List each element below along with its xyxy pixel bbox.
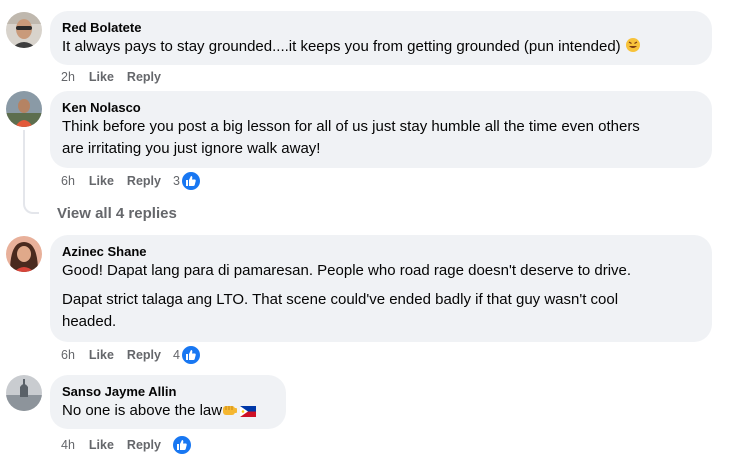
view-replies-link[interactable]: View all 4 replies — [57, 205, 177, 222]
avatar-sanso-jayme-allin[interactable] — [6, 375, 42, 411]
like-button[interactable]: Like — [89, 174, 114, 188]
like-thumb-icon[interactable] — [170, 434, 193, 456]
reaction-count[interactable]: 4 — [173, 348, 180, 362]
comment-text-line-2: are irritating you just ignore walk away… — [62, 140, 321, 157]
reply-button[interactable]: Reply — [127, 348, 161, 362]
comment-author[interactable]: Sanso Jayme Allin — [62, 383, 274, 400]
like-button[interactable]: Like — [89, 438, 114, 452]
thread-line — [23, 130, 25, 202]
reply-button[interactable]: Reply — [127, 70, 161, 84]
like-button[interactable]: Like — [89, 348, 114, 362]
comment-text-line-3: headed. — [62, 313, 117, 330]
oncoming-fist-emoji-icon — [222, 402, 238, 424]
rolling-laughing-emoji-icon — [625, 37, 641, 60]
comment-text-line-2: Dapat strict talaga ang LTO. That scene … — [62, 291, 619, 308]
comment-bubble: Red Bolatete It always pays to stay grou… — [50, 11, 712, 65]
comment-author[interactable]: Azinec Shane — [62, 243, 700, 260]
like-thumb-icon[interactable] — [179, 170, 202, 192]
comment-bubble: Sanso Jayme Allin No one is above the la… — [50, 375, 286, 429]
comment-timestamp[interactable]: 4h — [61, 438, 75, 452]
comment-bubble: Azinec Shane Good! Dapat lang para di pa… — [50, 235, 712, 342]
comment-actions: 6h Like Reply 3 — [61, 170, 202, 192]
comment-author[interactable]: Red Bolatete — [62, 19, 700, 36]
comment-timestamp[interactable]: 6h — [61, 174, 75, 188]
comment-text-line-1: Good! Dapat lang para di pamaresan. Peop… — [62, 262, 632, 279]
comment-timestamp[interactable]: 6h — [61, 348, 75, 362]
comment-timestamp[interactable]: 2h — [61, 70, 75, 84]
comment-actions: 4h Like Reply — [61, 434, 193, 456]
like-button[interactable]: Like — [89, 70, 114, 84]
reply-button[interactable]: Reply — [127, 438, 161, 452]
comment-text: No one is above the law — [62, 402, 223, 419]
comment-actions: 2h Like Reply — [61, 68, 173, 86]
avatar-azinec-shane[interactable] — [6, 236, 42, 272]
reply-button[interactable]: Reply — [127, 174, 161, 188]
like-thumb-icon[interactable] — [179, 344, 202, 366]
avatar-red-bolatete[interactable] — [6, 12, 42, 48]
comment-author[interactable]: Ken Nolasco — [62, 99, 700, 116]
avatar-ken-nolasco[interactable] — [6, 91, 42, 127]
comment-actions: 6h Like Reply 4 — [61, 344, 202, 366]
comment-text-line-1: Think before you post a big lesson for a… — [62, 118, 640, 135]
philippines-flag-icon — [240, 402, 257, 424]
thread-curve — [23, 200, 39, 214]
reaction-count[interactable]: 3 — [173, 174, 180, 188]
comment-text: It always pays to stay grounded....it ke… — [62, 38, 621, 55]
comment-bubble: Ken Nolasco Think before you post a big … — [50, 91, 712, 168]
